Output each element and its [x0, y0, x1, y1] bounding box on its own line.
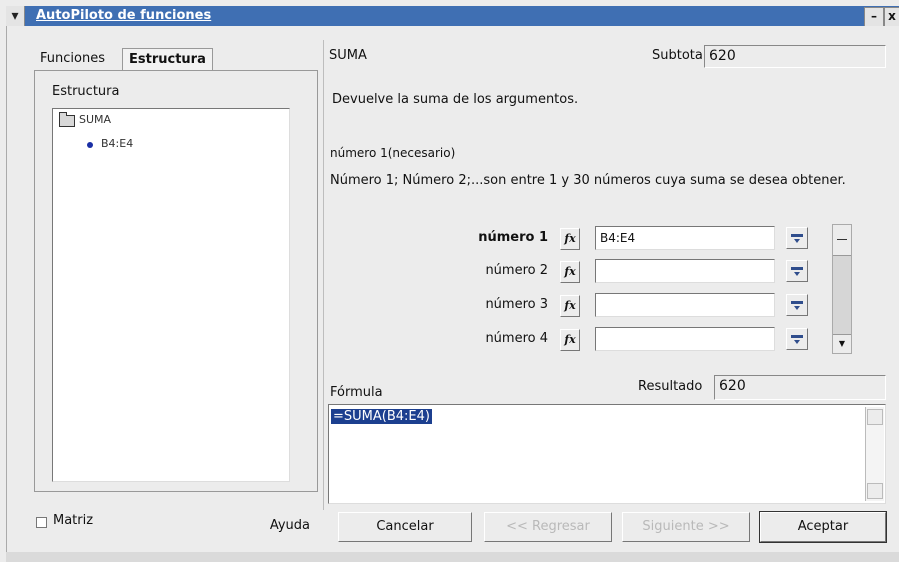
- argument-description: Número 1; Número 2;...son entre 1 y 30 n…: [330, 173, 846, 188]
- fx-button-2[interactable]: fx: [560, 261, 580, 283]
- tree-item-suma[interactable]: SUMA: [79, 113, 111, 126]
- matrix-checkbox[interactable]: [36, 517, 47, 528]
- formula-label: Fórmula: [330, 385, 383, 400]
- formula-scrollbar[interactable]: [865, 407, 884, 501]
- arg-label-4: número 4: [485, 331, 548, 346]
- minimize-button[interactable]: –: [864, 7, 884, 27]
- result-value: 620: [714, 375, 886, 400]
- arg-input-2[interactable]: [595, 259, 775, 283]
- dialog-window: ▾ AutoPiloto de funciones – x Funciones …: [0, 0, 899, 562]
- fx-button-3[interactable]: fx: [560, 295, 580, 317]
- close-icon: x: [888, 9, 896, 23]
- matrix-label[interactable]: Matriz: [53, 513, 93, 528]
- formula-editor[interactable]: =SUMA(B4:E4): [328, 404, 886, 504]
- window-title: AutoPiloto de funciones: [36, 8, 212, 23]
- title-bar[interactable]: ▾ AutoPiloto de funciones – x: [6, 6, 899, 27]
- structure-group-label: Estructura: [52, 84, 120, 99]
- minimize-icon: –: [871, 9, 877, 23]
- function-description: Devuelve la suma de los argumentos.: [332, 92, 579, 107]
- subtotal-value: 620: [704, 45, 886, 68]
- folder-icon: [59, 112, 75, 127]
- ok-button[interactable]: Aceptar: [759, 511, 887, 543]
- back-button[interactable]: << Regresar: [484, 512, 612, 542]
- shrink-button-3[interactable]: [786, 294, 808, 316]
- cancel-button[interactable]: Cancelar: [338, 512, 472, 542]
- window-menu-button[interactable]: ▾: [6, 6, 25, 26]
- shrink-button-4[interactable]: [786, 328, 808, 350]
- subtotal-label: Subtotal: [652, 48, 707, 63]
- arg-input-3[interactable]: [595, 293, 775, 317]
- formula-text[interactable]: =SUMA(B4:E4): [331, 409, 432, 424]
- arg-label-1: número 1: [478, 230, 548, 245]
- fx-button-4[interactable]: fx: [560, 329, 580, 351]
- scroll-down-button[interactable]: [867, 483, 883, 499]
- tab-funciones[interactable]: Funciones: [40, 48, 105, 70]
- next-button[interactable]: Siguiente >>: [622, 512, 750, 542]
- arg-label-3: número 3: [485, 297, 548, 312]
- fx-button-1[interactable]: fx: [560, 228, 580, 250]
- function-name: SUMA: [329, 48, 367, 63]
- function-icon: fx: [564, 299, 576, 312]
- scroll-up-button[interactable]: [867, 409, 883, 425]
- window-bottom-edge: [6, 552, 899, 562]
- arguments-scrollbar[interactable]: ▼: [832, 224, 852, 354]
- result-label: Resultado: [638, 379, 703, 394]
- function-icon: fx: [564, 333, 576, 346]
- arg-label-2: número 2: [485, 263, 548, 278]
- argument-name: número 1(necesario): [330, 146, 456, 160]
- arg-input-1[interactable]: B4:E4: [595, 226, 775, 250]
- shrink-button-2[interactable]: [786, 260, 808, 282]
- scroll-up-button[interactable]: [833, 225, 851, 256]
- tab-estructura[interactable]: Estructura: [122, 48, 213, 71]
- panel-divider: [323, 40, 324, 510]
- arg-input-4[interactable]: [595, 327, 775, 351]
- scroll-down-button[interactable]: ▼: [833, 334, 851, 353]
- tree-item-range[interactable]: B4:E4: [101, 137, 133, 150]
- function-icon: fx: [564, 265, 576, 278]
- chevron-down-icon: ▾: [11, 8, 19, 24]
- close-button[interactable]: x: [884, 7, 899, 27]
- help-button[interactable]: Ayuda: [216, 512, 310, 542]
- shrink-button-1[interactable]: [786, 227, 808, 249]
- bullet-icon: [87, 142, 93, 148]
- structure-tree[interactable]: SUMA B4:E4: [52, 108, 290, 482]
- function-icon: fx: [564, 232, 576, 245]
